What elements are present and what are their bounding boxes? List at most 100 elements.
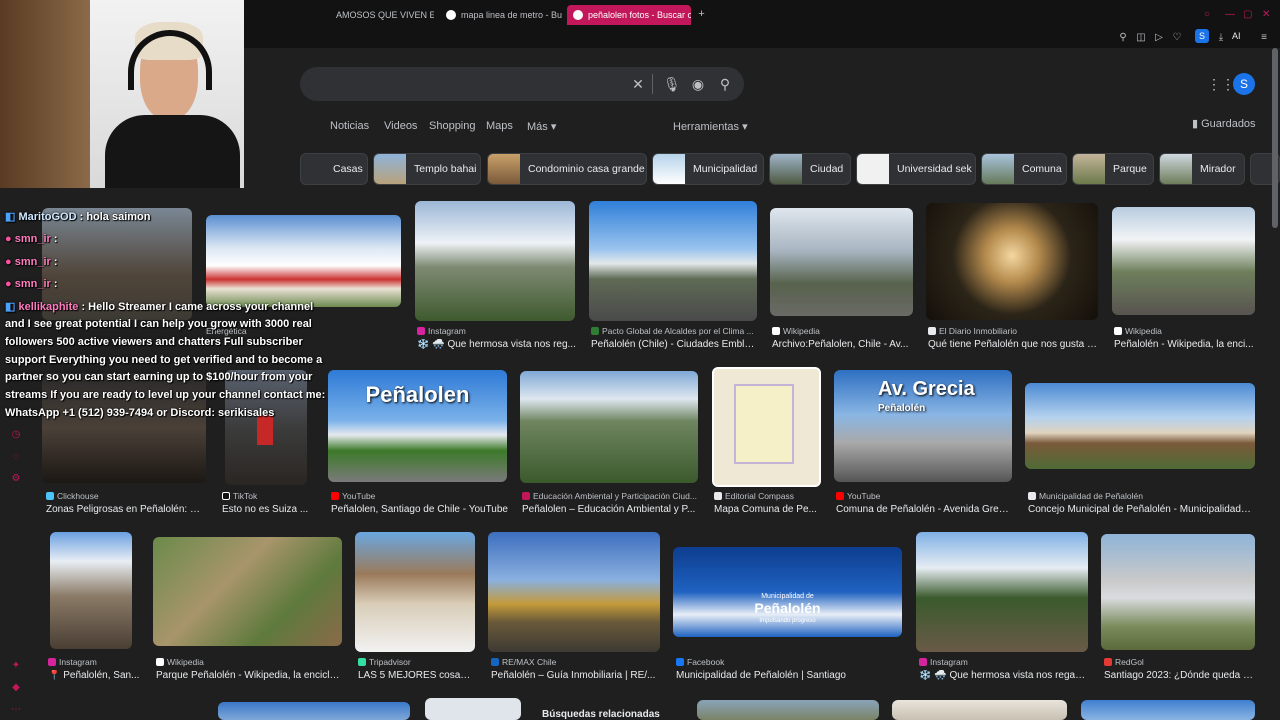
instagram-icon <box>417 327 425 335</box>
search-icon[interactable]: ○ <box>1204 9 1210 20</box>
maximize-icon[interactable]: ▢ <box>1243 9 1252 20</box>
microphone-icon[interactable]: 🎙 <box>663 76 681 92</box>
screenshot-icon[interactable]: ◫ <box>1134 31 1148 45</box>
result-image[interactable] <box>206 215 401 307</box>
result-title[interactable]: Parque Peñalolén - Wikipedia, la enciclo… <box>156 670 341 681</box>
result-title[interactable]: Municipalidad de Peñalolén | Santiago <box>676 670 901 681</box>
chat-message: ● smn_ir : <box>5 233 58 245</box>
result-title[interactable]: ❄️ 🌨️ Que hermosa vista nos reg... <box>417 339 577 350</box>
result-image[interactable] <box>697 700 879 720</box>
result-image[interactable]: Peñalolen <box>328 370 507 482</box>
clock-icon[interactable]: ◷ <box>10 429 22 441</box>
result-image[interactable] <box>916 532 1088 652</box>
chip-municipalidad[interactable]: Municipalidad <box>652 153 764 185</box>
chat-username: smn_ir <box>14 256 51 268</box>
tab-shopping[interactable]: Shopping <box>429 120 476 132</box>
chip-thumbnail <box>1073 154 1105 184</box>
close-icon[interactable]: ✕ <box>1262 9 1270 20</box>
result-image[interactable] <box>50 532 132 649</box>
result-title[interactable]: Mapa Comuna de Pe... <box>714 504 824 515</box>
result-image[interactable]: Av. Grecia Peñalolén <box>834 370 1012 482</box>
result-image[interactable] <box>1101 534 1255 650</box>
result-title[interactable]: Zonas Peligrosas en Peñalolén: S... <box>46 504 201 515</box>
result-image[interactable] <box>153 537 342 646</box>
extension-icon[interactable]: ◆ <box>10 682 22 694</box>
browser-tab[interactable]: mapa linea de metro - Bu <box>440 5 564 25</box>
tab-videos[interactable]: Videos <box>384 120 417 132</box>
thumbnail-subtitle: Municipalidad de <box>761 593 814 600</box>
browser-tab[interactable]: AMOSOS QUE VIVEN EN <box>330 5 434 25</box>
settings-icon[interactable]: ⚙ <box>10 473 22 485</box>
chip-condominio[interactable]: Condominio casa grande <box>487 153 647 185</box>
tab-maps[interactable]: Maps <box>486 120 513 132</box>
result-image[interactable] <box>218 702 410 720</box>
ai-button[interactable]: AI <box>1232 31 1241 41</box>
chip-label: Comuna <box>1022 163 1062 175</box>
result-image[interactable] <box>520 371 698 483</box>
result-title[interactable]: Peñalolen – Educación Ambiental y P... <box>522 504 697 515</box>
result-image[interactable] <box>926 203 1098 320</box>
profile-badge[interactable]: S <box>1195 29 1209 43</box>
result-title[interactable]: 📍 Peñalolén, San... <box>48 670 140 681</box>
result-title[interactable]: Peñalolén - Wikipedia, la enci... <box>1114 339 1254 350</box>
camera-icon[interactable]: ◉ <box>690 76 706 92</box>
chip-comuna[interactable]: Comuna <box>981 153 1067 185</box>
chat-message: ● smn_ir : <box>5 256 58 268</box>
result-image[interactable] <box>1081 700 1255 720</box>
search-icon[interactable]: ⚲ <box>717 76 733 92</box>
chip-parque[interactable]: Parque <box>1072 153 1154 185</box>
account-avatar[interactable]: S <box>1233 73 1255 95</box>
browser-tab-active[interactable]: peñalolen fotos - Buscar c <box>567 5 691 25</box>
menu-icon[interactable]: ≡ <box>1257 31 1271 45</box>
result-title[interactable]: Qué tiene Peñalolén que nos gusta t... <box>928 339 1098 350</box>
result-image[interactable] <box>1025 383 1255 469</box>
result-source: Clickhouse <box>46 491 201 501</box>
chip-ciudad[interactable]: Ciudad <box>769 153 851 185</box>
download-icon[interactable]: ⤓ <box>1214 31 1228 45</box>
search-input[interactable]: ✕ 🎙 ◉ ⚲ <box>300 67 744 101</box>
apps-grid-icon[interactable]: ⋮⋮ <box>1207 77 1235 91</box>
chip-templo[interactable]: Templo bahai <box>373 153 481 185</box>
result-title[interactable]: LAS 5 MEJORES cosas... <box>358 670 473 681</box>
result-image[interactable] <box>355 532 475 652</box>
result-image[interactable] <box>1112 207 1255 315</box>
chip-casas[interactable]: Casas <box>300 153 368 185</box>
tab-news[interactable]: Noticias <box>330 120 369 132</box>
clear-icon[interactable]: ✕ <box>630 76 646 92</box>
result-image[interactable] <box>770 208 913 316</box>
chip-mirador[interactable]: Mirador <box>1159 153 1245 185</box>
saved-button[interactable]: ▮ Guardados <box>1192 117 1256 130</box>
result-title[interactable]: ❄️ 🌨️ Que hermosa vista nos regala... <box>919 670 1087 681</box>
more-icon[interactable]: ⋯ <box>10 704 22 716</box>
result-image[interactable] <box>589 201 757 321</box>
result-title[interactable]: Archivo:Peñalolen, Chile - Av... <box>772 339 912 350</box>
result-image[interactable] <box>892 700 1067 720</box>
result-image[interactable]: Municipalidad de Peñalolén Impulsando pr… <box>673 547 902 637</box>
result-title[interactable]: Peñalolén (Chile) - Ciudades Emble... <box>591 339 756 350</box>
tools-button[interactable]: Herramientas ▾ <box>673 120 748 133</box>
result-title[interactable]: Concejo Municipal de Peñalolén - Municip… <box>1028 504 1253 515</box>
result-title[interactable]: Comuna de Peñalolén - Avenida Greci... <box>836 504 1011 515</box>
result-image[interactable] <box>425 698 521 720</box>
result-image[interactable] <box>488 532 660 652</box>
thumbnail-slogan: Impulsando progreso <box>759 618 816 624</box>
result-title[interactable]: Peñalolen, Santiago de Chile - YouTube <box>331 504 511 515</box>
pin-icon[interactable]: ⚲ <box>1116 31 1130 45</box>
result-image[interactable] <box>415 201 575 321</box>
result-image[interactable] <box>712 367 821 487</box>
tab-more[interactable]: Más ▾ <box>527 120 556 133</box>
result-title[interactable]: Santiago 2023: ¿Dónde queda e... <box>1104 670 1256 681</box>
new-tab-icon[interactable]: + <box>696 9 707 20</box>
heart-icon[interactable]: ♡ <box>1170 31 1184 45</box>
result-title[interactable]: Peñalolén – Guía Inmobiliaria | RE/... <box>491 670 661 681</box>
minimize-icon[interactable]: — <box>1225 9 1235 20</box>
play-icon[interactable]: ▷ <box>1152 31 1166 45</box>
divider <box>652 74 653 94</box>
mic-badge-icon: ● <box>5 233 12 245</box>
result-title[interactable]: Esto no es Suiza ... <box>222 504 312 515</box>
chat-icon[interactable]: ◌ <box>10 451 22 463</box>
scrollbar[interactable] <box>1272 48 1278 228</box>
chip-universidad[interactable]: Universidad sek <box>856 153 976 185</box>
extension-icon[interactable]: ✦ <box>10 660 22 672</box>
tab-more-label: Más <box>527 121 548 133</box>
